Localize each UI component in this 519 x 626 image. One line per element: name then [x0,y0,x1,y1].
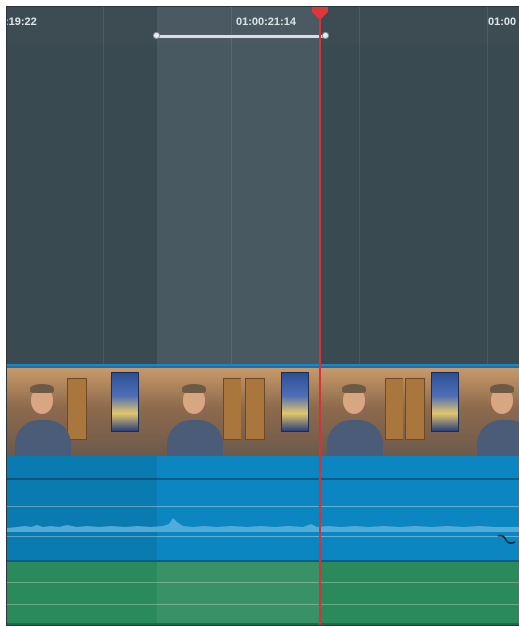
video-thumbnail [473,368,519,456]
video-thumbnail [403,368,473,456]
keyframe-curve-icon[interactable] [497,532,517,546]
timeline-viewer[interactable]: :19:22 01:00:21:14 01:00 [6,6,519,626]
video-thumbnail [241,368,319,456]
track-separator [7,623,519,625]
timecode-right: 01:00 [488,16,517,28]
range-handle-icon[interactable] [322,32,329,39]
playhead-marker-icon[interactable] [311,6,329,21]
ruler-tick [103,7,104,45]
video-thumbnail [91,368,157,456]
ruler-tick [359,7,360,45]
video-track-clip[interactable] [7,364,519,460]
audio-track-2-clip[interactable] [7,562,519,625]
audio-track-1-clip[interactable] [7,456,519,562]
in-out-range-bar[interactable] [157,35,325,38]
timecode-left: :19:22 [6,16,37,28]
playhead-line[interactable] [319,7,321,625]
video-thumbnail [7,368,91,456]
range-handle-icon[interactable] [153,32,160,39]
video-thumbnail [157,368,241,456]
lane-line [7,582,519,583]
lane-line [7,604,519,605]
video-thumbnail [319,368,403,456]
audio-waveform [7,518,519,532]
